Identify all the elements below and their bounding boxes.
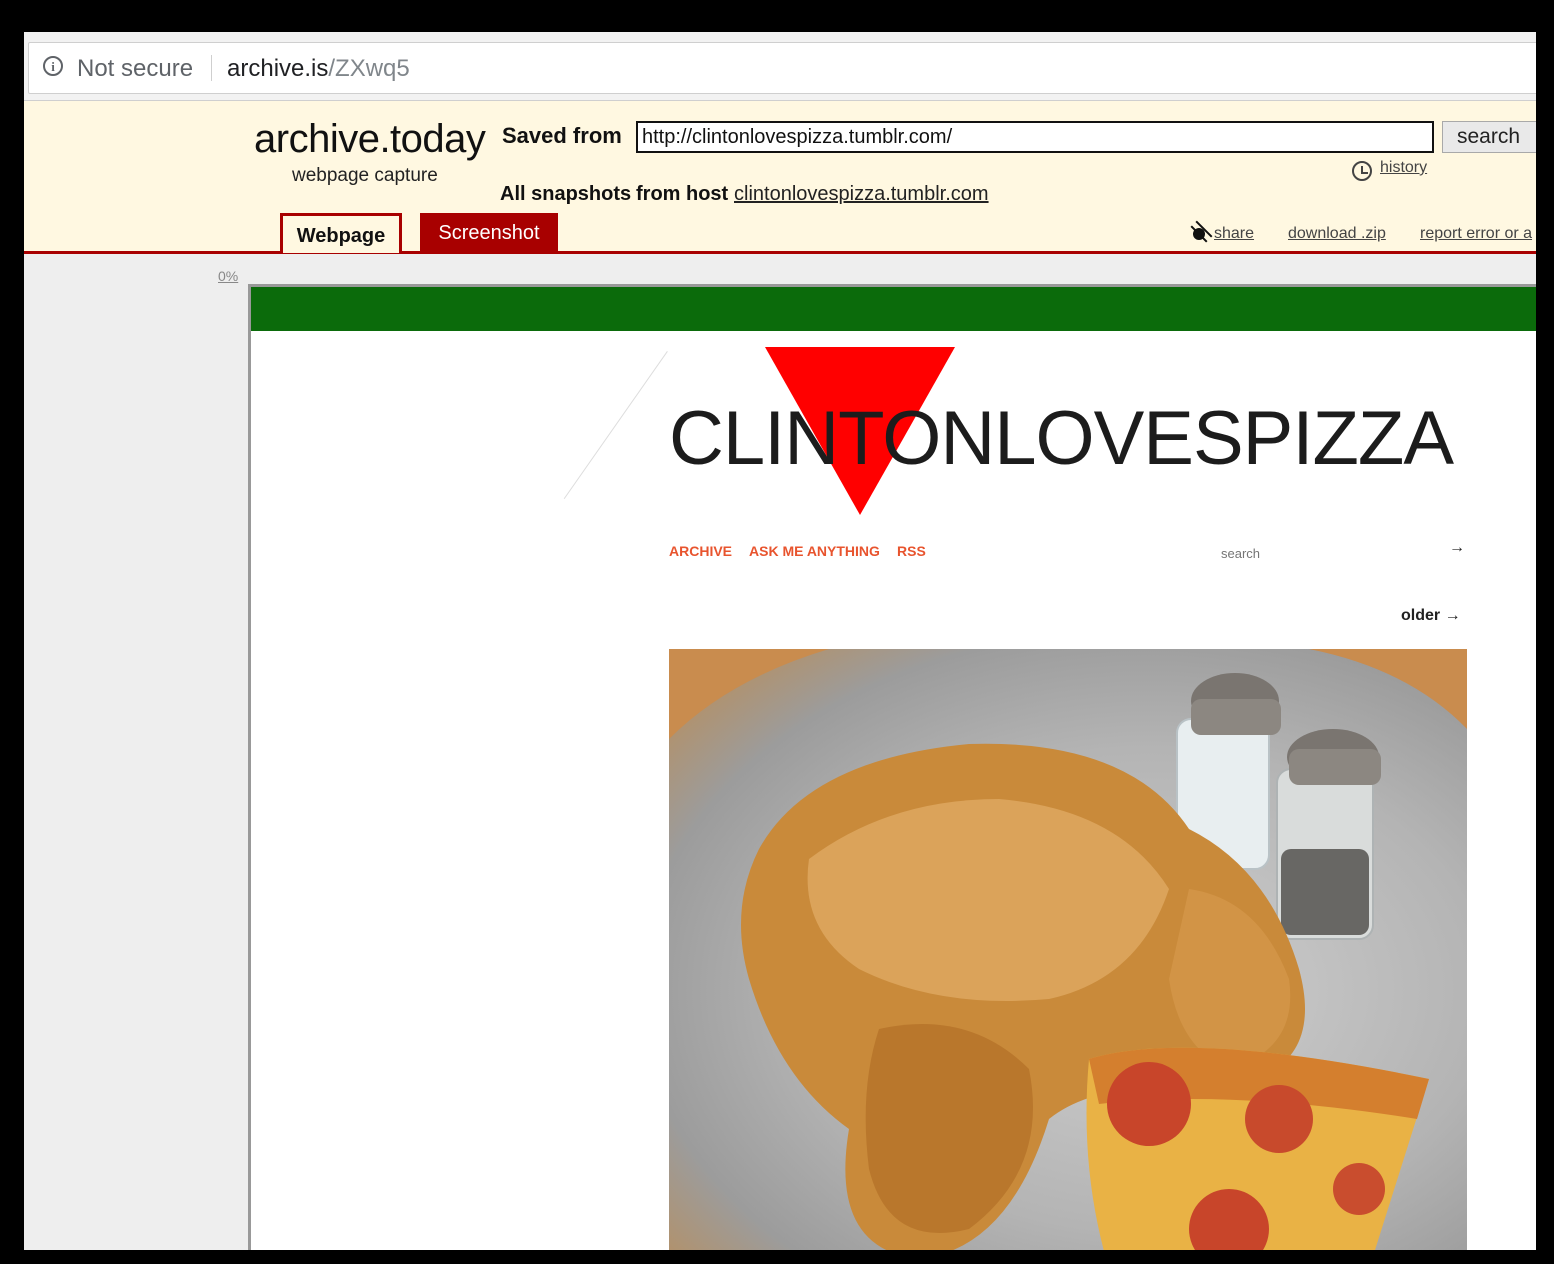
post-photo [669, 649, 1467, 1250]
from-host-label: from host [636, 183, 729, 205]
archive-header: archive.today webpage capture Saved from… [24, 101, 1536, 254]
browser-window: i Not secure archive.is/ZXwq5 archive.to… [24, 32, 1536, 1250]
address-url[interactable]: archive.is/ZXwq5 [227, 55, 410, 83]
older-posts-link[interactable]: older → [1401, 607, 1461, 625]
archive-brand-sub: webpage capture [292, 165, 438, 186]
all-snapshots-label: All snapshots [500, 183, 632, 205]
share-icon[interactable] [1188, 223, 1210, 245]
share-link[interactable]: share [1214, 225, 1254, 243]
info-icon[interactable]: i [43, 56, 63, 76]
pepper-shaker [1276, 729, 1381, 940]
search-button[interactable]: search [1442, 121, 1536, 153]
archive-brand[interactable]: archive.today [254, 117, 486, 162]
saved-from-label: Saved from [502, 123, 622, 148]
address-divider [211, 55, 212, 81]
header-decor-line [563, 351, 668, 500]
search-arrow-icon[interactable]: → [1449, 539, 1465, 557]
tab-webpage[interactable]: Webpage [280, 213, 402, 253]
saved-url-input[interactable] [636, 121, 1434, 153]
tumblr-top-bar [251, 287, 1536, 331]
url-path: /ZXwq5 [328, 55, 410, 82]
download-zip-link[interactable]: download .zip [1288, 225, 1386, 243]
pizza-slice [1086, 1047, 1429, 1250]
address-bar[interactable]: i Not secure archive.is/ZXwq5 [28, 42, 1536, 94]
browser-toolbar: i Not secure archive.is/ZXwq5 [24, 32, 1536, 101]
history-link[interactable]: history [1380, 159, 1427, 177]
nav-ask-me-anything[interactable]: ASK ME ANYTHING [749, 543, 880, 559]
archived-page-frame: CLINTONLOVESPIZZA ARCHIVE ASK ME ANYTHIN… [248, 284, 1536, 1250]
report-error-link[interactable]: report error or a [1420, 225, 1532, 243]
host-link[interactable]: clintonlovespizza.tumblr.com [734, 183, 989, 206]
url-host: archive.is [227, 55, 329, 82]
progress-percent: 0% [218, 268, 239, 284]
blog-search-input[interactable] [1219, 541, 1463, 565]
history-icon[interactable] [1352, 161, 1372, 181]
chicken-pizza-illustration [669, 649, 1467, 1250]
nav-archive[interactable]: ARCHIVE [669, 543, 732, 559]
security-label[interactable]: Not secure [77, 55, 193, 83]
nav-rss[interactable]: RSS [897, 543, 926, 559]
tab-screenshot[interactable]: Screenshot [420, 213, 558, 251]
blog-title[interactable]: CLINTONLOVESPIZZA [669, 395, 1454, 482]
